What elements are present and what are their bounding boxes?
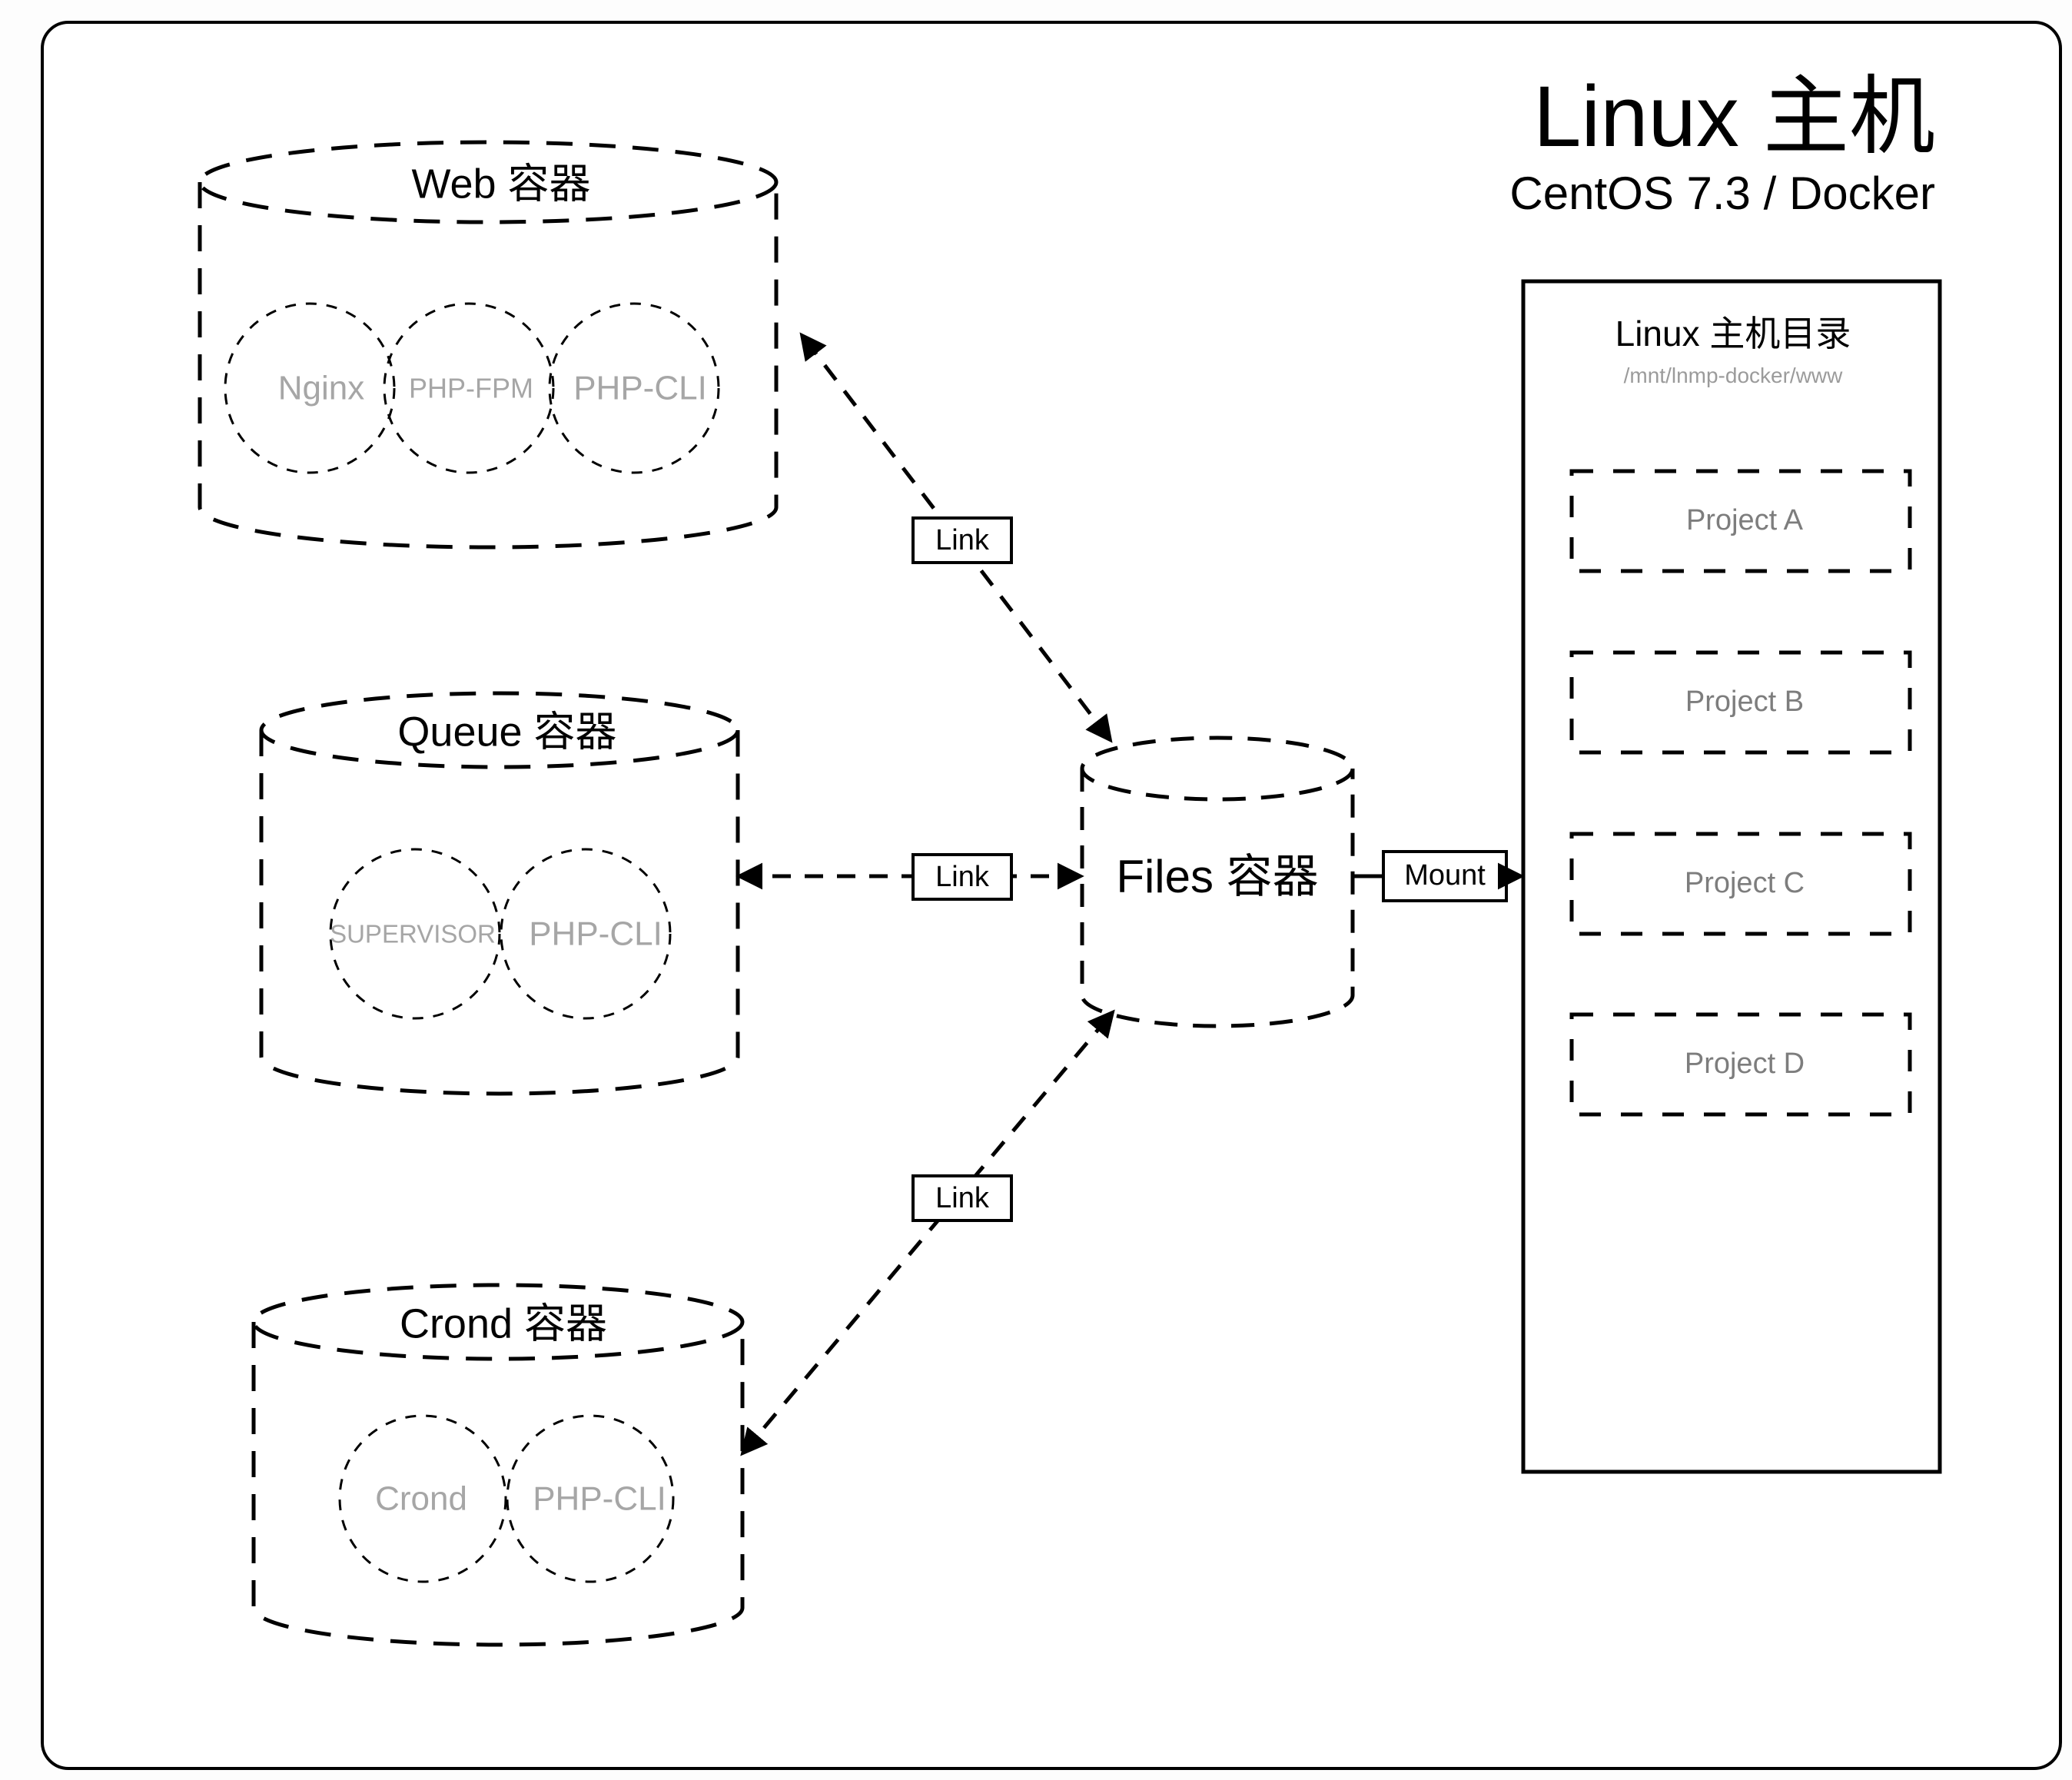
crond-service-label-crond: Crond bbox=[375, 1480, 467, 1518]
web-service-label-php-fpm: PHP-FPM bbox=[409, 373, 533, 404]
link-crond-files-label: Link bbox=[935, 1182, 990, 1214]
host-directory-title: Linux 主机目录 bbox=[1615, 314, 1851, 354]
link-queue-files-label: Link bbox=[935, 861, 990, 893]
web-service-label-nginx: Nginx bbox=[278, 370, 365, 407]
page-subtitle: CentOS 7.3 / Docker bbox=[1509, 168, 1935, 219]
mount-label: Mount bbox=[1404, 859, 1486, 892]
crond-service-label-php-cli: PHP-CLI bbox=[533, 1480, 666, 1518]
queue-service-label-supervisor: SUPERVISOR bbox=[330, 920, 496, 948]
crond-container-title: Crond 容器 bbox=[400, 1300, 607, 1347]
link-web-files-label: Link bbox=[935, 524, 990, 556]
project-label-a: Project A bbox=[1686, 504, 1804, 536]
project-label-d: Project D bbox=[1685, 1048, 1805, 1080]
diagram-canvas: Linux 主机 CentOS 7.3 / Docker Web 容器 Ngin… bbox=[0, 0, 2072, 1780]
web-container-title: Web 容器 bbox=[411, 161, 590, 207]
files-container-title: Files 容器 bbox=[1116, 851, 1318, 902]
queue-container-title: Queue 容器 bbox=[397, 709, 616, 755]
web-service-label-php-cli: PHP-CLI bbox=[573, 370, 707, 407]
host-directory-path: /mnt/lnmp-docker/www bbox=[1624, 364, 1844, 387]
host-directory-panel[interactable]: Linux 主机目录 /mnt/lnmp-docker/www Project … bbox=[1521, 279, 1942, 1474]
page-title: Linux 主机 bbox=[1533, 68, 1935, 164]
queue-service-label-php-cli: PHP-CLI bbox=[529, 915, 662, 953]
project-label-b: Project B bbox=[1685, 686, 1804, 718]
project-label-c: Project C bbox=[1685, 867, 1805, 899]
